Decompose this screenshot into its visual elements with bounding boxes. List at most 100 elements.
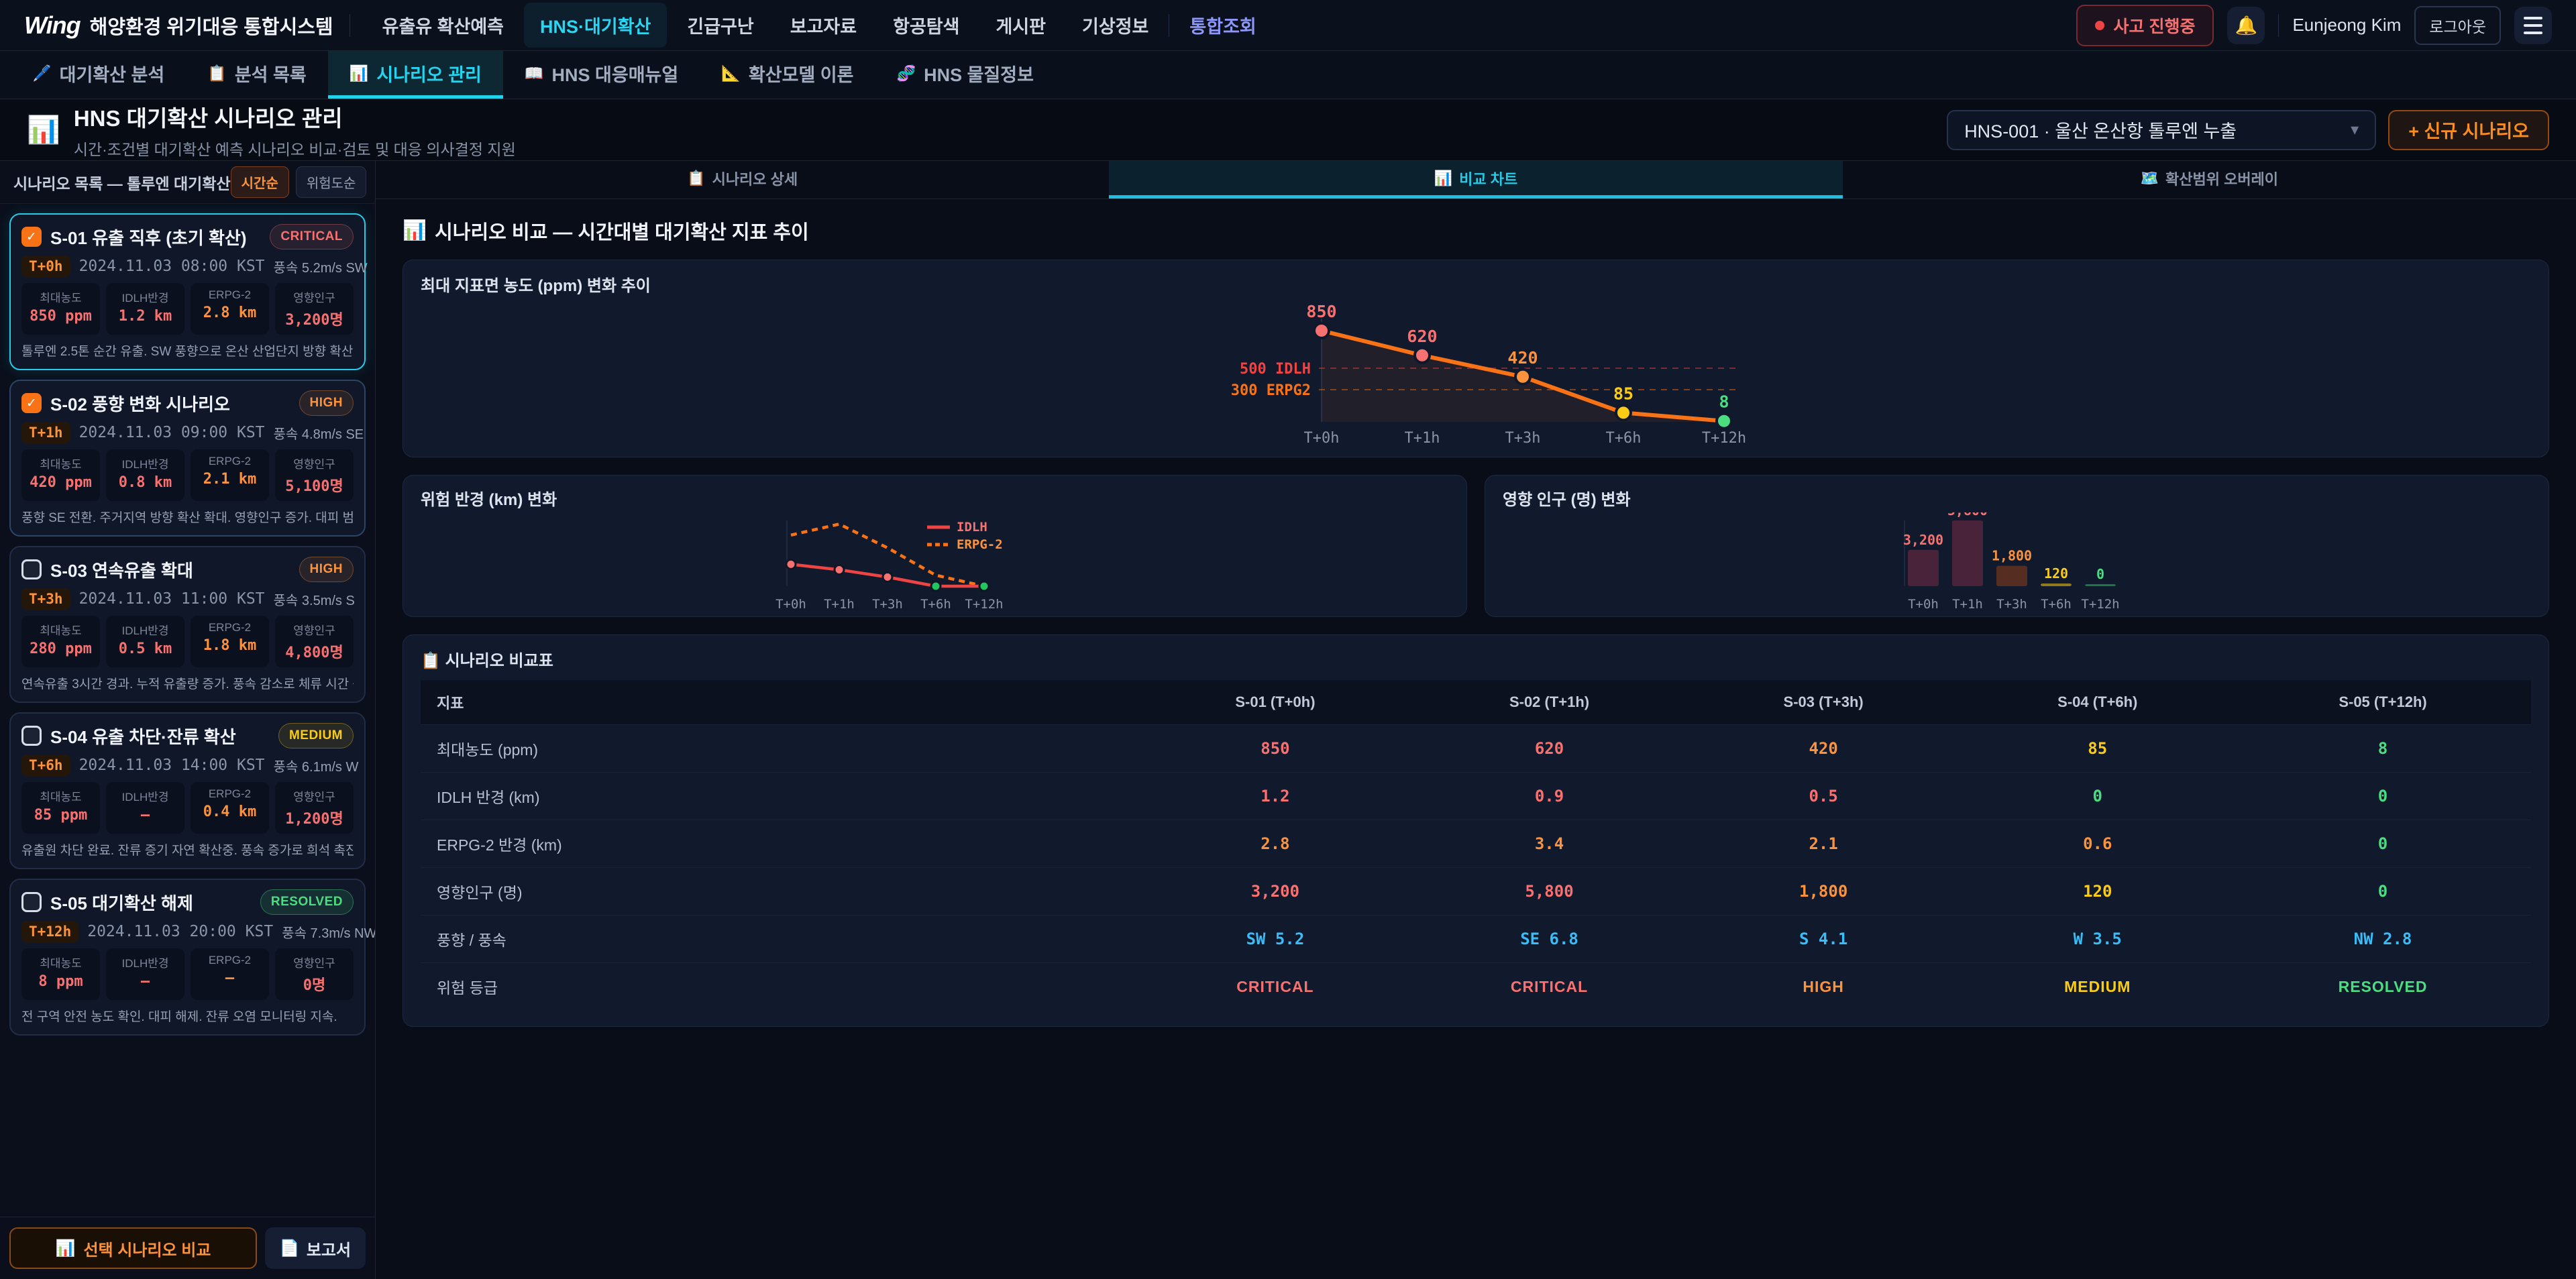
- nav-item-weather-info[interactable]: 기상정보: [1066, 3, 1165, 48]
- logout-button[interactable]: 로그아웃: [2414, 6, 2501, 45]
- time-offset-badge: T+1h: [21, 422, 70, 443]
- metric-value-cell: 3.4: [1412, 820, 1686, 868]
- stat-label: 영향인구: [278, 787, 351, 804]
- analysis-list-icon: 📋: [207, 64, 227, 82]
- user-name: Eunjeong Kim: [2292, 15, 2401, 36]
- tab-diffusion-model-theory[interactable]: 📐확산모델 이론: [700, 51, 875, 99]
- tab-air-diffusion-analysis[interactable]: 🖊️대기확산 분석: [11, 51, 186, 99]
- scenario-checkbox[interactable]: ✓: [21, 892, 42, 912]
- metric-value-cell: 850: [1138, 725, 1413, 773]
- app-logo: Wing 해양환경 위기대응 통합시스템: [24, 11, 333, 40]
- table-header-cell: S-02 (T+1h): [1412, 680, 1686, 725]
- section-title-text: 시나리오 비교 — 시간대별 대기확산 지표 추이: [435, 217, 809, 245]
- population-chart-title: 영향 인구 (명) 변화: [1503, 486, 2531, 510]
- notification-bell-button[interactable]: 🔔: [2227, 7, 2265, 44]
- stat-label: ERPG-2: [193, 621, 266, 634]
- svg-text:T+3h: T+3h: [1996, 597, 2027, 612]
- scenario-datetime: 2024.11.03 09:00 KST: [79, 424, 265, 441]
- stat-label: ERPG-2: [193, 455, 266, 468]
- tab-hns-response-manual[interactable]: 📖 HNS 대응매뉴얼: [503, 51, 700, 99]
- stat-label: IDLH반경: [109, 787, 182, 804]
- nav-item-oil-diffusion-forecast[interactable]: 유출유 확산예측: [366, 3, 520, 48]
- tab-analysis-list[interactable]: 📋분석 목록: [186, 51, 328, 99]
- nav-item-emergency-rescue[interactable]: 긴급구난: [671, 3, 769, 48]
- hns-response-manual-icon: 📖: [525, 64, 544, 82]
- svg-text:T+0h: T+0h: [775, 597, 806, 612]
- nav-item-air-search[interactable]: 항공탐색: [877, 3, 975, 48]
- nav-item-board[interactable]: 게시판: [980, 3, 1063, 48]
- metric-value-cell: 3,200: [1138, 868, 1413, 915]
- hamburger-menu-button[interactable]: [2514, 7, 2552, 44]
- stat-label: IDLH반경: [109, 621, 182, 638]
- stat-label: 최대농도: [24, 954, 97, 970]
- nav-item-report-materials[interactable]: 보고자료: [774, 3, 873, 48]
- metric-value-cell: 0: [1960, 773, 2235, 820]
- new-scenario-button[interactable]: + 신규 시나리오: [2388, 110, 2549, 150]
- scenario-detail-icon: 📋: [687, 170, 705, 187]
- tab-hns-substance-info[interactable]: 🧬HNS 물질정보: [875, 51, 1055, 99]
- scenario-card-s-01[interactable]: ✓S-01 유출 직후 (초기 확산)CRITICALT+0h2024.11.0…: [9, 213, 366, 370]
- content-tab-label: 확산범위 오버레이: [2165, 168, 2278, 189]
- incident-status-label: 사고 진행중: [2114, 13, 2196, 38]
- compare-selected-button[interactable]: 📊 선택 시나리오 비교: [9, 1227, 257, 1269]
- svg-text:ERPG-2: ERPG-2: [957, 537, 1003, 552]
- table-header-cell: S-03 (T+3h): [1686, 680, 1961, 725]
- report-button[interactable]: 📄 보고서: [265, 1227, 366, 1269]
- svg-text:8: 8: [1719, 392, 1729, 412]
- scenario-checkbox[interactable]: ✓: [21, 559, 42, 579]
- scenario-stats: 최대농도420 ppmIDLH반경0.8 kmERPG-22.1 km영향인구5…: [21, 449, 354, 501]
- content-tab-compare-charts[interactable]: 📊비교 차트: [1109, 161, 1842, 199]
- svg-text:T+12h: T+12h: [2081, 597, 2119, 612]
- scenario-checkbox[interactable]: ✓: [21, 393, 42, 413]
- sort-by-risk-chip[interactable]: 위험도순: [296, 166, 367, 198]
- scenario-checkbox[interactable]: ✓: [21, 726, 42, 746]
- metric-value-cell: SW 5.2: [1138, 915, 1413, 963]
- concentration-chart-card: 최대 지표면 농도 (ppm) 변화 추이 500 IDLH300 ERPG28…: [402, 260, 2549, 457]
- scenario-checkbox[interactable]: ✓: [21, 227, 42, 247]
- stat-label: 영향인구: [278, 455, 351, 471]
- stat-box: 영향인구1,200명: [275, 782, 354, 834]
- nav-left: Wing 해양환경 위기대응 통합시스템 유출유 확산예측HNS·대기확산긴급구…: [24, 0, 1273, 50]
- stat-label: 영향인구: [278, 288, 351, 305]
- stat-value: –: [193, 970, 266, 987]
- nav-item-hns-air-diffusion[interactable]: HNS·대기확산: [524, 3, 667, 48]
- stat-box: ERPG-21.8 km: [191, 616, 269, 667]
- metric-value-cell: 0.5: [1686, 773, 1961, 820]
- risk-badge: CRITICAL: [270, 224, 354, 249]
- top-navigation-bar: Wing 해양환경 위기대응 통합시스템 유출유 확산예측HNS·대기확산긴급구…: [0, 0, 2576, 51]
- content-tab-scenario-detail[interactable]: 📋시나리오 상세: [376, 161, 1109, 199]
- metric-value-cell: 1,800: [1686, 868, 1961, 915]
- metric-value-cell: 8: [2235, 725, 2531, 773]
- stat-box: 영향인구0명: [275, 948, 354, 1000]
- tab-scenario-management[interactable]: 📊시나리오 관리: [328, 51, 503, 99]
- page-header-right: HNS-001 · 울산 온산항 톨루엔 누출 ▾ + 신규 시나리오: [1947, 110, 2549, 150]
- risk-radius-chart-svg: T+0hT+1hT+3hT+6hT+12hIDLHERPG-2: [767, 512, 1103, 613]
- svg-text:120: 120: [2043, 565, 2068, 581]
- metric-label-cell: 풍향 / 풍속: [421, 915, 1138, 963]
- content-tab-diffusion-overlay[interactable]: 🗺️확산범위 오버레이: [1843, 161, 2576, 199]
- scenario-title: S-01 유출 직후 (초기 확산): [50, 225, 261, 249]
- stat-value: 1.2 km: [109, 308, 182, 325]
- compare-charts-panel: 📊 시나리오 비교 — 시간대별 대기확산 지표 추이 최대 지표면 농도 (p…: [376, 199, 2576, 1279]
- main-menu: 유출유 확산예측HNS·대기확산긴급구난보고자료항공탐색게시판기상정보통합조회: [366, 3, 1273, 48]
- scenario-card-s-03[interactable]: ✓S-03 연속유출 확대HIGHT+3h2024.11.03 11:00 KS…: [9, 546, 366, 703]
- scenario-card-header: ✓S-03 연속유출 확대HIGH: [21, 557, 354, 582]
- svg-text:T+3h: T+3h: [872, 597, 903, 612]
- sort-by-time-chip[interactable]: 시간순: [231, 166, 289, 198]
- stat-box: ERPG-22.8 km: [191, 283, 269, 335]
- scenario-card-s-05[interactable]: ✓S-05 대기확산 해제RESOLVEDT+12h2024.11.03 20:…: [9, 879, 366, 1036]
- nav-item-integrated-search[interactable]: 통합조회: [1173, 3, 1272, 48]
- table-header-cell: S-04 (T+6h): [1960, 680, 2235, 725]
- svg-text:850: 850: [1306, 302, 1336, 321]
- scenario-datetime: 2024.11.03 20:00 KST: [87, 923, 273, 940]
- scenario-description: 톨루엔 2.5톤 순간 유출. SW 풍향으로 온산 산업단지 방향 확산. I…: [21, 341, 354, 359]
- scenario-card-s-04[interactable]: ✓S-04 유출 차단·잔류 확산MEDIUMT+6h2024.11.03 14…: [9, 712, 366, 869]
- table-header-cell: S-01 (T+0h): [1138, 680, 1413, 725]
- sidebar-title: 시나리오 목록 — 톨루엔 대기확산: [13, 171, 231, 194]
- metric-value-cell: 2.8: [1138, 820, 1413, 868]
- incident-select[interactable]: HNS-001 · 울산 온산항 톨루엔 누출 ▾: [1947, 110, 2376, 150]
- scenario-card-s-02[interactable]: ✓S-02 풍향 변화 시나리오HIGHT+1h2024.11.03 09:00…: [9, 380, 366, 537]
- bar-chart-icon: 📊: [56, 1239, 76, 1258]
- main-content: 📋시나리오 상세📊비교 차트🗺️확산범위 오버레이 📊 시나리오 비교 — 시간…: [376, 161, 2576, 1279]
- tab-label: HNS 대응매뉴얼: [552, 60, 679, 87]
